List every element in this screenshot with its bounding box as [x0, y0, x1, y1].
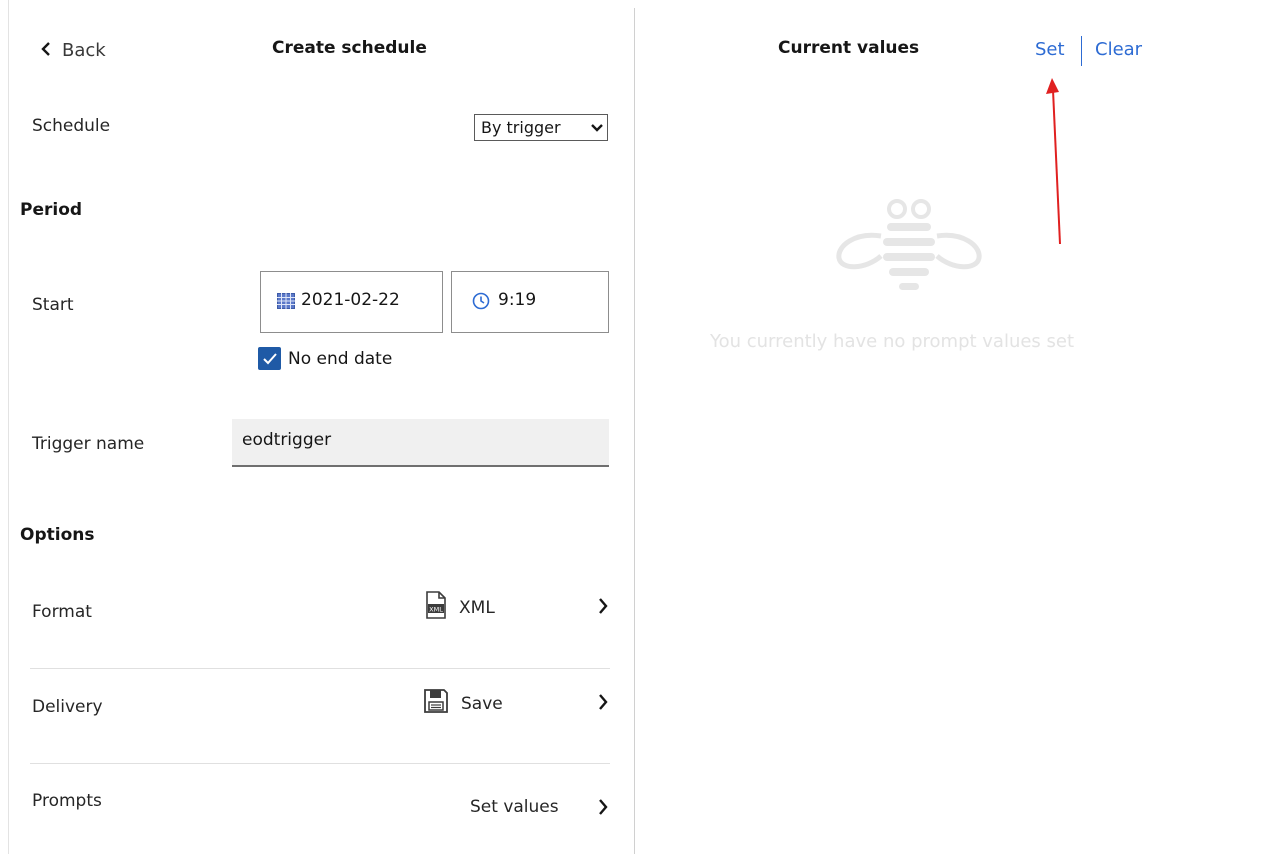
- page-title: Create schedule: [272, 38, 427, 58]
- chevron-left-icon: [40, 40, 52, 61]
- no-end-date-checkbox[interactable]: [258, 347, 281, 370]
- prompts-set-values-button[interactable]: Set values: [470, 797, 559, 817]
- start-time-field[interactable]: 9:19: [451, 271, 609, 333]
- set-link[interactable]: Set: [1035, 39, 1065, 60]
- chevron-down-icon: [591, 118, 603, 137]
- prompts-value: Set values: [470, 797, 559, 817]
- bee-icon: [835, 196, 985, 300]
- row-divider: [30, 668, 610, 669]
- start-date-value: 2021-02-22: [301, 290, 400, 310]
- row-divider: [30, 763, 610, 764]
- red-arrow-annotation: [1046, 78, 1061, 245]
- svg-text:XML: XML: [429, 606, 443, 614]
- current-values-title: Current values: [778, 38, 920, 58]
- clock-icon: [472, 292, 490, 315]
- create-schedule-panel: Back Create schedule Schedule By trigger…: [0, 0, 634, 854]
- checkmark-icon: [262, 352, 277, 364]
- delivery-row-button[interactable]: Save: [423, 688, 503, 719]
- chevron-right-icon[interactable]: [598, 598, 608, 618]
- trigger-name-input[interactable]: eodtrigger: [232, 419, 609, 467]
- prompts-label: Prompts: [32, 791, 102, 811]
- trigger-name-label: Trigger name: [32, 434, 145, 454]
- empty-state-message: You currently have no prompt values set: [710, 331, 1075, 352]
- schedule-select[interactable]: By trigger: [474, 114, 608, 141]
- clear-link[interactable]: Clear: [1095, 39, 1142, 60]
- no-end-date-checkbox-row[interactable]: No end date: [258, 347, 392, 370]
- start-label: Start: [32, 295, 74, 315]
- delivery-value: Save: [461, 693, 503, 714]
- schedule-label: Schedule: [32, 116, 111, 136]
- calendar-icon: [277, 293, 295, 314]
- schedule-selected-value: By trigger: [481, 118, 561, 137]
- format-row-button[interactable]: XML XML: [425, 591, 495, 624]
- back-label: Back: [62, 40, 106, 61]
- left-edge-line: [8, 0, 9, 854]
- link-separator: [1081, 36, 1082, 66]
- back-button[interactable]: Back: [40, 40, 106, 61]
- format-label: Format: [32, 602, 92, 622]
- options-heading: Options: [20, 525, 95, 545]
- no-end-date-label: No end date: [288, 348, 393, 369]
- chevron-right-icon[interactable]: [598, 694, 608, 714]
- panel-divider: [634, 8, 635, 854]
- xml-file-icon: XML: [425, 591, 447, 624]
- chevron-right-icon[interactable]: [598, 799, 608, 819]
- start-time-value: 9:19: [498, 290, 537, 310]
- format-value: XML: [459, 597, 495, 618]
- save-disk-icon: [423, 688, 449, 719]
- delivery-label: Delivery: [32, 697, 103, 717]
- period-heading: Period: [20, 200, 83, 220]
- start-date-field[interactable]: 2021-02-22: [260, 271, 443, 333]
